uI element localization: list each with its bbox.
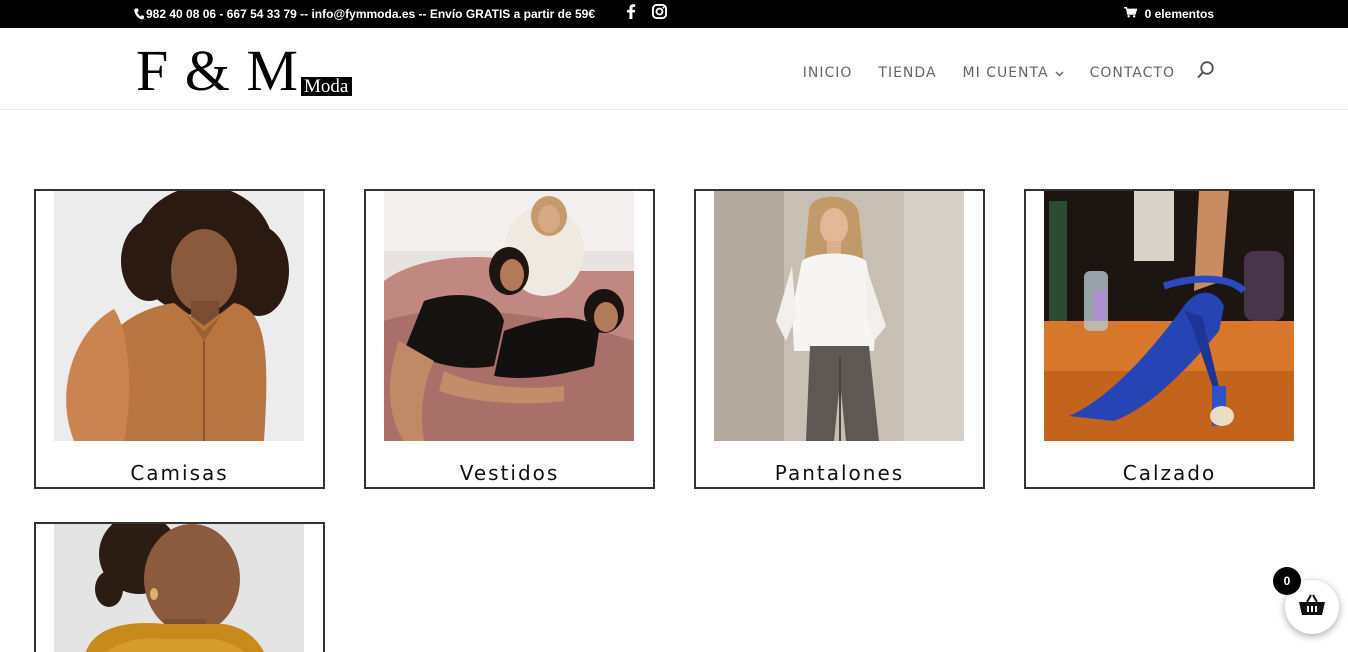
nav-tienda-label: TIENDA (878, 64, 937, 81)
category-label[interactable]: Vestidos (366, 461, 653, 485)
nav-tienda[interactable]: TIENDA (878, 65, 936, 81)
nav-inicio-label: INICIO (802, 64, 853, 81)
category-card-pantalones[interactable]: Pantalones (694, 189, 985, 489)
phone-icon (134, 8, 144, 20)
logo-main-text: F & M (136, 38, 299, 103)
category-label[interactable]: Camisas (36, 461, 323, 485)
facebook-icon[interactable] (626, 4, 636, 24)
nav-mi-cuenta[interactable]: MI CUENTA (963, 65, 1064, 81)
instagram-icon[interactable] (652, 4, 667, 24)
top-bar: 982 40 08 06 - 667 54 33 79 -- info@fymm… (0, 0, 1348, 28)
cart-count-text: 0 elementos (1144, 7, 1214, 21)
category-label[interactable]: Calzado (1026, 461, 1313, 485)
woman-in-mustard-knit-sweater-photo[interactable] (54, 524, 304, 652)
search-icon[interactable] (1197, 61, 1214, 84)
nav-inicio[interactable]: INICIO (803, 65, 853, 81)
social-links (626, 4, 667, 24)
nav-mi-cuenta-label: MI CUENTA (962, 64, 1049, 81)
contact-info: 982 40 08 06 - 667 54 33 79 -- info@fymm… (134, 7, 595, 21)
woman-in-white-shirt-and-grey-trousers-photo[interactable] (714, 191, 964, 441)
basket-icon (1298, 594, 1326, 621)
category-card-vestidos[interactable]: Vestidos (364, 189, 655, 489)
category-card-calzado[interactable]: Calzado (1024, 189, 1315, 489)
logo-sub-text: Moda (300, 77, 353, 96)
cart-icon (1123, 7, 1137, 21)
nav-contacto[interactable]: CONTACTO (1090, 65, 1175, 81)
women-in-black-dresses-on-sofa-photo[interactable] (384, 191, 634, 441)
chevron-down-icon (1055, 65, 1064, 81)
site-logo[interactable]: F & M Moda (136, 38, 353, 103)
category-label[interactable]: Pantalones (696, 461, 983, 485)
floating-cart-count-badge: 0 (1273, 567, 1301, 595)
woman-in-brown-blouse-photo[interactable] (54, 191, 304, 441)
main-nav: INICIO TIENDA MI CUENTA CONTACTO (803, 61, 1214, 84)
main-header: F & M Moda INICIO TIENDA MI CUENTA CONTA… (0, 28, 1348, 110)
contact-text: 982 40 08 06 - 667 54 33 79 -- info@fymm… (146, 7, 595, 21)
category-card-jerseis[interactable] (34, 522, 325, 652)
nav-contacto-label: CONTACTO (1089, 64, 1175, 81)
blue-satin-heel-shoe-photo[interactable] (1044, 191, 1294, 441)
cart-link[interactable]: 0 elementos (1123, 7, 1214, 21)
category-card-camisas[interactable]: Camisas (34, 189, 325, 489)
